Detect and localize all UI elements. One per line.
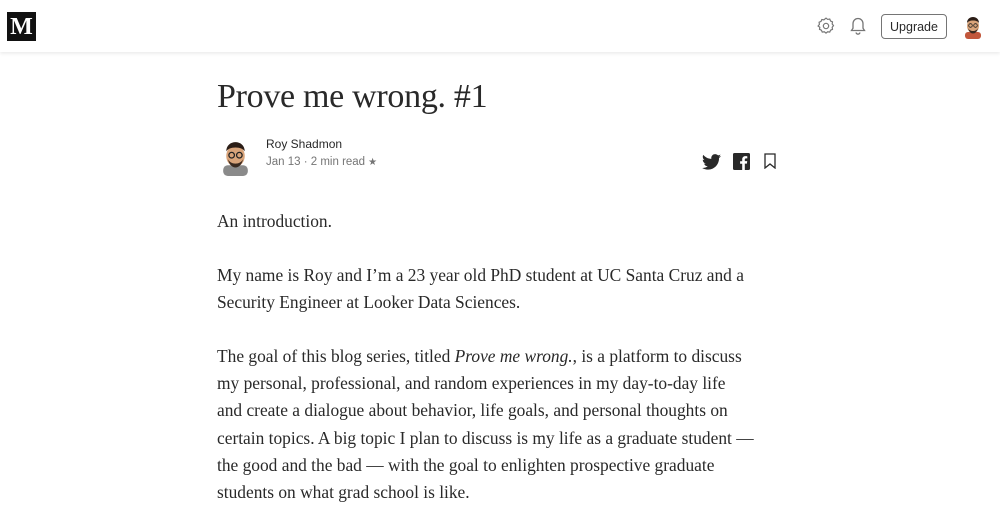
top-navbar: M Upgrade [0,0,1000,52]
paragraph-intro: An introduction. [217,208,787,235]
author-avatar[interactable] [217,139,254,176]
paragraph-text: , is a platform to discuss [572,346,742,366]
publish-date-read-time: Jan 13 · 2 min read [266,156,366,168]
paragraph-line: my personal, professional, and random ex… [217,373,726,394]
bell-icon[interactable] [848,15,868,37]
paragraph-text: The goal of this blog series, titled [217,346,455,366]
facebook-icon[interactable] [732,152,750,170]
bookmark-icon[interactable] [763,152,777,170]
upgrade-button[interactable]: Upgrade [881,14,947,39]
paragraph-line: Security Engineer at Looker Data Science… [217,292,521,313]
series-title-italic: Prove me wrong. [454,346,573,366]
paragraph-line: and create a dialogue about behavior, li… [217,400,728,421]
paragraph-line: My name is Roy and I’m a 23 year old PhD… [217,265,744,285]
article-title: Prove me wrong. #1 [217,78,488,115]
logo-text: M [10,13,33,40]
paragraph-line: certain topics. A big topic I plan to di… [217,427,754,448]
twitter-icon[interactable] [700,152,722,172]
paragraph-about: My name is Roy and I’m a 23 year old PhD… [217,262,787,316]
paragraph-goal: The goal of this blog series, titled Pro… [217,343,787,506]
paragraph-line: The goal of this blog series, titled Pro… [217,343,787,370]
user-avatar[interactable] [961,15,985,39]
medium-logo[interactable]: M [7,12,36,41]
paragraph-text: An introduction. [217,211,332,231]
paragraph-line: the good and the bad — with the goal to … [217,454,715,475]
article-meta: Jan 13 · 2 min read ★ [266,156,377,168]
star-icon: ★ [368,157,378,168]
author-name[interactable]: Roy Shadmon [266,137,342,151]
gear-icon[interactable] [815,15,837,37]
paragraph-line: students on what grad school is like. [217,482,470,503]
